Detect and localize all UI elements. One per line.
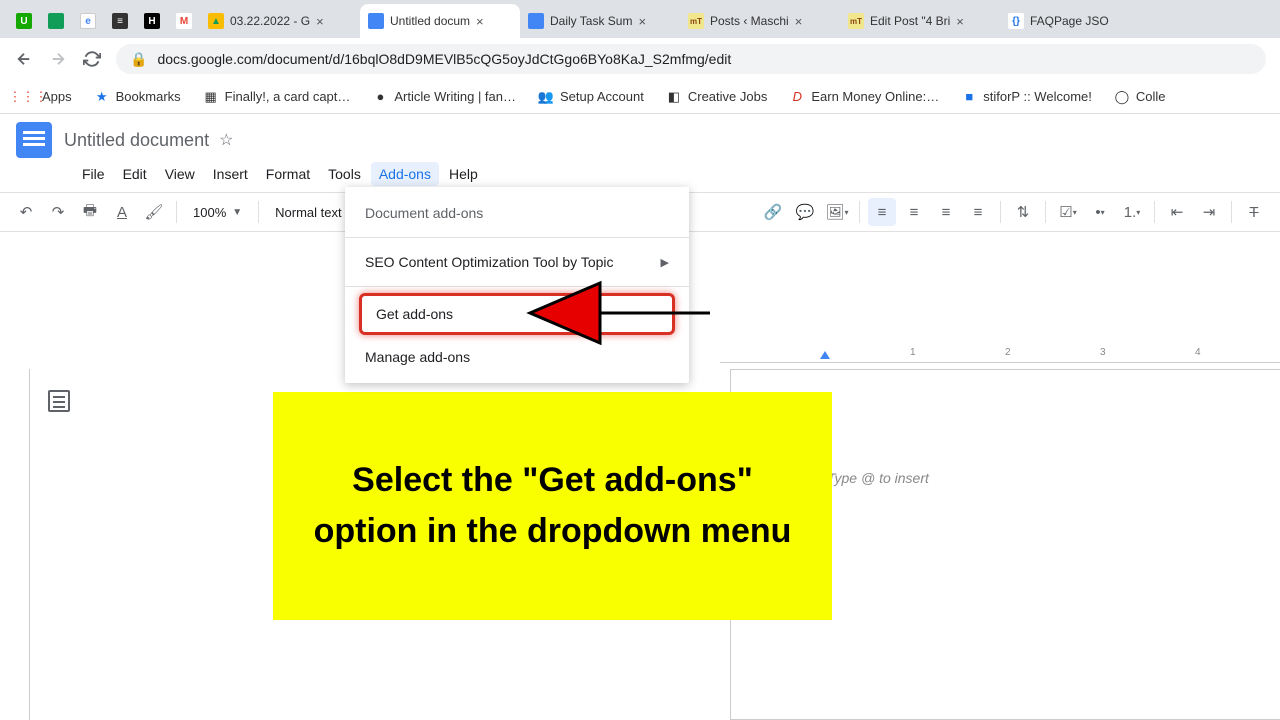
- close-icon[interactable]: ×: [638, 14, 652, 28]
- checklist-icon[interactable]: ☑▾: [1054, 198, 1082, 226]
- menu-help[interactable]: Help: [441, 162, 486, 186]
- apps-button[interactable]: ⋮⋮⋮Apps: [12, 85, 80, 109]
- placeholder-text: Type @ to insert: [827, 470, 929, 486]
- bookmark-item[interactable]: ●Article Writing | fan…: [364, 85, 524, 109]
- browser-tab[interactable]: ▲03.22.2022 - G×: [200, 4, 360, 38]
- bullet-list-icon[interactable]: •▾: [1086, 198, 1114, 226]
- bookmark-item[interactable]: ▦Finally!, a card capt…: [195, 85, 359, 109]
- menu-edit[interactable]: Edit: [115, 162, 155, 186]
- star-icon[interactable]: ☆: [219, 130, 233, 150]
- browser-tab[interactable]: mTEdit Post "4 Bri×: [840, 4, 1000, 38]
- forward-icon[interactable]: [48, 49, 68, 69]
- annotation-callout: Select the "Get add-ons" option in the d…: [273, 392, 832, 620]
- clear-format-icon[interactable]: T: [1240, 198, 1268, 226]
- undo-icon[interactable]: ↶: [12, 198, 40, 226]
- menu-view[interactable]: View: [157, 162, 203, 186]
- menu-tools[interactable]: Tools: [320, 162, 369, 186]
- indent-marker-icon[interactable]: [820, 351, 830, 359]
- redo-icon[interactable]: ↷: [44, 198, 72, 226]
- spellcheck-icon[interactable]: A: [108, 198, 136, 226]
- horizontal-ruler: 1 2 3 4: [720, 347, 1280, 363]
- close-icon[interactable]: ×: [795, 14, 809, 28]
- indent-decrease-icon[interactable]: ⇤: [1163, 198, 1191, 226]
- close-icon[interactable]: ×: [956, 14, 970, 28]
- reload-icon[interactable]: [82, 49, 102, 69]
- submenu-arrow-icon: ▶: [661, 256, 669, 269]
- bookmarks-bar: ⋮⋮⋮Apps ★Bookmarks ▦Finally!, a card cap…: [0, 80, 1280, 114]
- docs-logo-icon[interactable]: [16, 122, 52, 158]
- comment-icon[interactable]: 💬: [791, 198, 819, 226]
- browser-tab[interactable]: e: [72, 4, 104, 38]
- bookmark-item[interactable]: ★Bookmarks: [86, 85, 189, 109]
- line-spacing-icon[interactable]: ⇅: [1009, 198, 1037, 226]
- browser-tab[interactable]: H: [136, 4, 168, 38]
- align-left-icon[interactable]: ≡: [868, 198, 896, 226]
- browser-tabs: U e ≡ H M ▲03.22.2022 - G× Untitled docu…: [0, 0, 1280, 38]
- menu-format[interactable]: Format: [258, 162, 318, 186]
- dropdown-header: Document add-ons: [345, 195, 689, 231]
- browser-tab-active[interactable]: Untitled docum×: [360, 4, 520, 38]
- zoom-select[interactable]: 100%▼: [185, 205, 250, 220]
- vertical-ruler: [14, 369, 30, 720]
- bookmark-item[interactable]: ◧Creative Jobs: [658, 85, 775, 109]
- menu-insert[interactable]: Insert: [205, 162, 256, 186]
- annotation-arrow-icon: [520, 273, 720, 353]
- image-icon[interactable]: 🖼▾: [823, 198, 851, 226]
- align-right-icon[interactable]: ≡: [932, 198, 960, 226]
- document-title[interactable]: Untitled document: [64, 130, 209, 151]
- align-justify-icon[interactable]: ≡: [964, 198, 992, 226]
- indent-increase-icon[interactable]: ⇥: [1195, 198, 1223, 226]
- bookmark-item[interactable]: ■stiforP :: Welcome!: [953, 85, 1100, 109]
- browser-tab[interactable]: ≡: [104, 4, 136, 38]
- menu-addons[interactable]: Add-ons: [371, 162, 439, 186]
- lock-icon: 🔒: [130, 51, 147, 68]
- outline-icon[interactable]: [48, 390, 70, 412]
- bookmark-item[interactable]: 👥Setup Account: [530, 85, 652, 109]
- close-icon[interactable]: ×: [316, 14, 330, 28]
- url-text: docs.google.com/document/d/16bqlO8dD9MEV…: [157, 51, 731, 67]
- callout-text: Select the "Get add-ons" option in the d…: [313, 455, 792, 557]
- browser-tab[interactable]: M: [168, 4, 200, 38]
- url-input[interactable]: 🔒 docs.google.com/document/d/16bqlO8dD9M…: [116, 44, 1266, 74]
- address-bar: 🔒 docs.google.com/document/d/16bqlO8dD9M…: [0, 38, 1280, 80]
- browser-tab[interactable]: [40, 4, 72, 38]
- bookmark-item[interactable]: ◯Colle: [1106, 85, 1174, 109]
- menu-file[interactable]: File: [74, 162, 113, 186]
- align-center-icon[interactable]: ≡: [900, 198, 928, 226]
- paint-format-icon[interactable]: 🖌: [140, 198, 168, 226]
- browser-tab[interactable]: mTPosts ‹ Maschi×: [680, 4, 840, 38]
- link-icon[interactable]: 🔗: [759, 198, 787, 226]
- browser-tab[interactable]: {}FAQPage JSO: [1000, 4, 1120, 38]
- close-icon[interactable]: ×: [476, 14, 490, 28]
- browser-tab[interactable]: Daily Task Sum×: [520, 4, 680, 38]
- back-icon[interactable]: [14, 49, 34, 69]
- bookmark-item[interactable]: DEarn Money Online:…: [781, 85, 947, 109]
- print-icon[interactable]: 🖶: [76, 198, 104, 226]
- browser-tab[interactable]: U: [8, 4, 40, 38]
- numbered-list-icon[interactable]: 1.▾: [1118, 198, 1146, 226]
